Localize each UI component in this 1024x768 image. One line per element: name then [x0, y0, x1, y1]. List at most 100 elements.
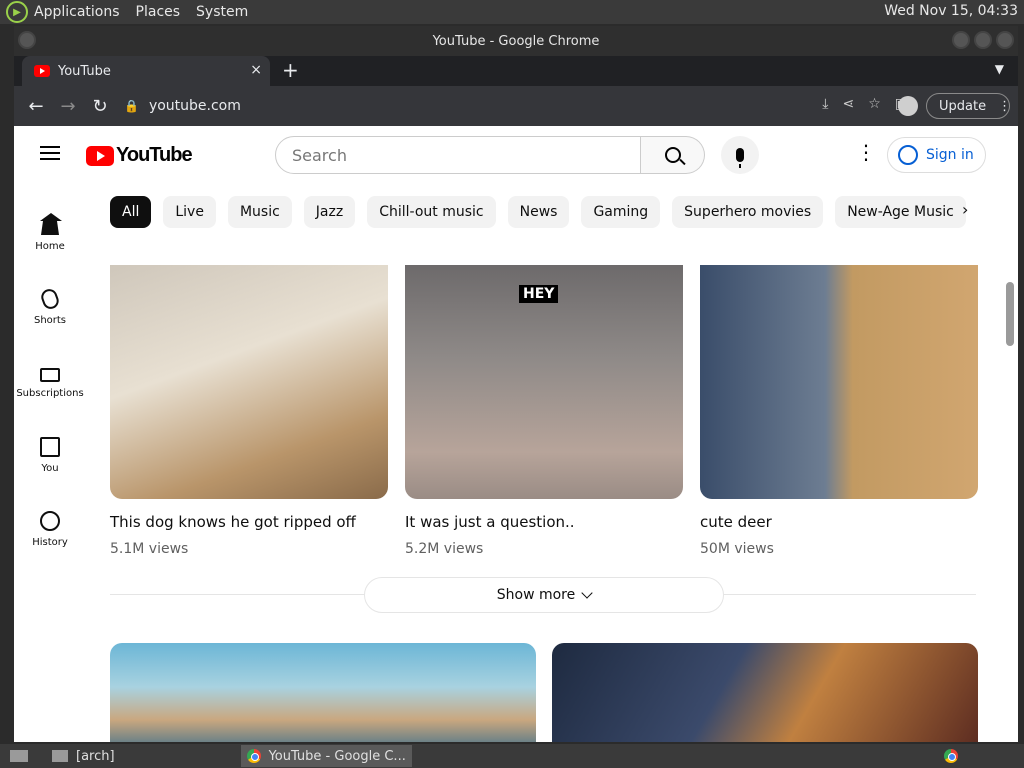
window-menu-icon[interactable]	[18, 31, 36, 49]
new-tab-button[interactable]: +	[282, 58, 299, 82]
sign-in-button[interactable]: Sign in	[887, 137, 986, 173]
settings-kebab-icon[interactable]: ⋮	[856, 140, 876, 164]
address-bar[interactable]: 🔒 youtube.com	[124, 92, 864, 120]
distro-logo-icon[interactable]: ▶	[6, 1, 28, 23]
video-title[interactable]: It was just a question..	[405, 513, 683, 531]
guide-label: Home	[35, 240, 65, 252]
update-button[interactable]: Update ⋮	[926, 93, 1011, 119]
chip-jazz[interactable]: Jazz	[303, 196, 356, 228]
guide-item-shorts[interactable]: Shorts	[14, 270, 86, 344]
youtube-header: YouTube Search ⋮ Sign in	[14, 126, 1018, 182]
menu-applications[interactable]: Applications	[34, 4, 120, 20]
voice-search-button[interactable]	[721, 136, 759, 174]
guide-item-subscriptions[interactable]: Subscriptions	[14, 344, 86, 418]
account-icon	[898, 145, 918, 165]
video-thumbnail[interactable]	[552, 643, 978, 742]
tray-chrome[interactable]	[938, 745, 972, 767]
guide-item-history[interactable]: History	[14, 492, 86, 566]
guide-item-home[interactable]: Home	[14, 196, 86, 270]
tab-title: YouTube	[58, 63, 111, 79]
window-title: YouTube - Google Chrome	[432, 33, 600, 49]
folder-icon	[52, 750, 68, 762]
shorts-icon	[39, 286, 61, 311]
video-thumbnail[interactable]: HEY	[405, 265, 683, 499]
chips-next-icon[interactable]: ›	[962, 200, 968, 219]
youtube-play-icon	[86, 145, 114, 166]
bottom-taskbar: [arch] YouTube - Google C...	[0, 744, 1024, 768]
show-desktop-button[interactable]	[4, 745, 42, 767]
guide-label: History	[32, 536, 68, 548]
video-thumbnail[interactable]	[110, 265, 388, 499]
chrome-icon	[246, 749, 261, 763]
chip-chill-out-music[interactable]: Chill-out music	[367, 196, 496, 228]
chevron-down-icon	[581, 587, 593, 599]
url-text: youtube.com	[148, 98, 241, 114]
taskbar-item-chrome[interactable]: YouTube - Google C...	[240, 745, 412, 767]
youtube-logo[interactable]: YouTube	[86, 144, 193, 167]
guide-label: You	[41, 462, 59, 474]
show-more-button[interactable]: Show more	[364, 577, 724, 613]
chip-all[interactable]: All	[110, 196, 152, 228]
chrome-window: YouTube - Google Chrome YouTube × + ▼ ← …	[14, 26, 1018, 742]
video-views: 5.2M views	[405, 541, 484, 557]
browser-toolbar: ← → ↻ 🔒 youtube.com ⤓ ⋖ ☆ ▣ Update ⋮	[14, 86, 1018, 126]
lock-icon[interactable]: 🔒	[124, 99, 139, 113]
video-title[interactable]: cute deer	[700, 513, 978, 531]
page-scrollbar[interactable]	[1006, 282, 1014, 346]
search-placeholder: Search	[292, 145, 347, 165]
window-titlebar[interactable]: YouTube - Google Chrome	[14, 26, 1018, 56]
subscriptions-icon	[40, 367, 60, 382]
video-thumbnail[interactable]	[110, 643, 536, 742]
chip-superhero-movies[interactable]: Superhero movies	[672, 196, 824, 228]
toolbar-actions: ⤓ ⋖ ☆ ▣	[822, 96, 908, 112]
video-thumbnail[interactable]	[700, 265, 978, 499]
youtube-logo-text: YouTube	[116, 144, 193, 166]
desktop-icon	[10, 750, 28, 762]
chrome-menu-icon[interactable]: ⋮	[998, 99, 1011, 114]
tab-strip: YouTube × + ▼	[14, 56, 1018, 86]
microphone-icon	[736, 148, 744, 168]
chip-live[interactable]: Live	[163, 196, 216, 228]
chip-gaming[interactable]: Gaming	[581, 196, 661, 228]
video-card[interactable]: cute deer 50M views	[700, 265, 978, 557]
share-icon[interactable]: ⋖	[842, 96, 854, 112]
tab-search-chevron-icon[interactable]: ▼	[995, 62, 1004, 76]
chrome-tray-icon	[944, 749, 958, 763]
clock[interactable]: Wed Nov 15, 04:33	[884, 3, 1018, 19]
back-icon[interactable]: ←	[20, 96, 52, 117]
reload-icon[interactable]: ↻	[84, 96, 116, 117]
history-icon	[40, 510, 60, 531]
forward-icon[interactable]: →	[52, 96, 84, 117]
taskbar-item-arch[interactable]: [arch]	[46, 745, 121, 767]
minimize-icon[interactable]	[952, 31, 970, 49]
video-card[interactable]: HEY It was just a question.. 5.2M views	[405, 265, 683, 557]
guide-label: Shorts	[33, 314, 67, 326]
search-icon	[664, 147, 681, 163]
show-more-label: Show more	[496, 587, 576, 603]
search-input[interactable]: Search	[275, 136, 641, 174]
youtube-favicon-icon	[34, 65, 50, 77]
menu-places[interactable]: Places	[136, 4, 181, 20]
tab-close-icon[interactable]: ×	[250, 62, 262, 78]
search-button[interactable]	[641, 136, 705, 174]
youtube-page: YouTube Search ⋮ Sign in All Live Music …	[14, 126, 1018, 742]
video-title[interactable]: This dog knows he got ripped off	[110, 513, 388, 531]
chip-music[interactable]: Music	[227, 196, 292, 228]
bookmark-star-icon[interactable]: ☆	[868, 96, 881, 112]
taskbar-label: YouTube - Google C...	[268, 748, 406, 764]
close-window-icon[interactable]	[996, 31, 1014, 49]
maximize-icon[interactable]	[974, 31, 992, 49]
tab-youtube[interactable]: YouTube ×	[22, 56, 270, 86]
menu-system[interactable]: System	[196, 4, 248, 20]
chip-news[interactable]: News	[507, 196, 570, 228]
install-app-icon[interactable]: ⤓	[822, 96, 828, 112]
mini-guide: Home Shorts Subscriptions You History	[14, 196, 86, 566]
hamburger-menu-icon[interactable]	[40, 146, 60, 160]
profile-avatar[interactable]	[898, 96, 918, 116]
video-card[interactable]: This dog knows he got ripped off 5.1M vi…	[110, 265, 388, 557]
thumbnail-overlay-text: HEY	[519, 285, 559, 303]
guide-item-you[interactable]: You	[14, 418, 86, 492]
sign-in-label: Sign in	[926, 147, 974, 163]
chip-new-age-music[interactable]: New-Age Music	[835, 196, 966, 228]
category-chips: All Live Music Jazz Chill-out music News…	[110, 196, 966, 228]
